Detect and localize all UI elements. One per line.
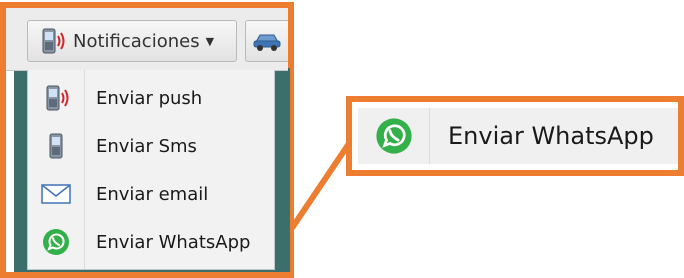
menu-item-send-sms[interactable]: Enviar Sms [28,124,276,168]
whatsapp-icon [28,228,84,256]
phone-signal-icon [42,28,65,54]
menu-item-send-whatsapp[interactable]: Enviar WhatsApp [28,220,276,264]
notifications-menu: Enviar push Enviar Sms Enviar email Envi… [27,70,275,270]
zoom-callout: Enviar WhatsApp [346,96,684,176]
vehicle-button[interactable] [245,20,288,62]
menu-item-label: Enviar email [96,183,209,205]
car-icon [253,34,281,51]
caret-down-icon: ▼ [205,34,215,48]
menu-item-send-email[interactable]: Enviar email [28,172,276,216]
zoom-label: Enviar WhatsApp [448,122,654,150]
menu-item-label: Enviar WhatsApp [96,231,251,253]
whatsapp-icon [358,108,430,164]
envelope-icon [28,182,84,206]
zoom-menu-item-whatsapp: Enviar WhatsApp [358,108,678,164]
menu-item-label: Enviar push [96,87,203,109]
notifications-label: Notificaciones [73,30,200,52]
mobile-phone-icon [28,131,84,161]
menu-item-label: Enviar Sms [96,135,197,157]
menu-item-send-push[interactable]: Enviar push [28,76,276,120]
notifications-dropdown-button[interactable]: Notificaciones ▼ [27,20,237,62]
phone-signal-icon [28,83,84,113]
